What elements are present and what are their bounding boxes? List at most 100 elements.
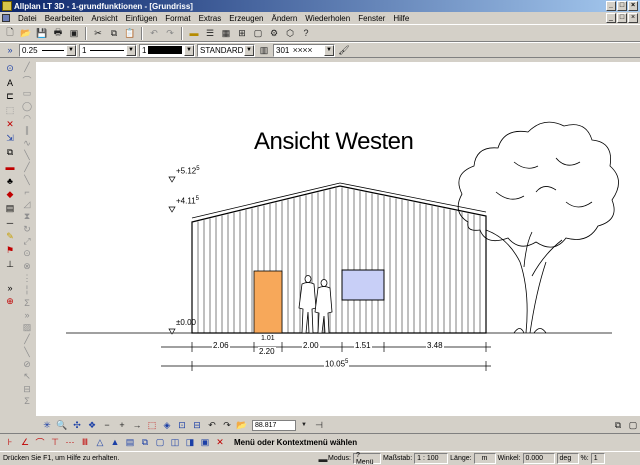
length-field[interactable]: m [473, 453, 496, 464]
color-combo[interactable]: 1 ▼ [139, 43, 195, 57]
pin-icon[interactable]: ⊥ [3, 258, 17, 271]
pattern-tool-icon[interactable]: ╱ [20, 334, 34, 345]
line-tool-icon[interactable]: ─ [3, 216, 17, 229]
cancel-command-icon[interactable]: ✕ [213, 435, 227, 449]
scale-field[interactable]: 1 : 100 [414, 453, 449, 464]
maximize-button[interactable]: □ [617, 1, 627, 11]
dim-elev-icon[interactable]: ⊤ [48, 435, 62, 449]
dimension-icon[interactable]: ⊏ [3, 90, 17, 103]
mode-field[interactable]: ? Menü [352, 452, 381, 465]
angle-field[interactable]: 0.000 [522, 453, 555, 464]
measure-icon[interactable]: ⚑ [3, 244, 17, 257]
paste-icon[interactable]: 📋 [123, 26, 137, 40]
view-back-icon[interactable]: ⊟ [190, 418, 204, 432]
doc-minimize-button[interactable]: _ [606, 13, 616, 23]
menu-einfuegen[interactable]: Einfügen [122, 14, 162, 23]
brush-icon[interactable]: ✎ [3, 230, 17, 243]
offset-icon[interactable]: ╲ [20, 150, 34, 161]
expand-palette-icon[interactable]: » [3, 281, 17, 294]
angle-unit-field[interactable]: deg [556, 453, 579, 464]
chevron-down-icon[interactable]: ▼ [324, 44, 334, 56]
page-icon[interactable]: ▢ [153, 435, 167, 449]
attributes-icon[interactable]: ☰ [203, 26, 217, 40]
polyline-icon[interactable]: ⌒ [20, 74, 34, 87]
fileset-icon[interactable]: ▦ [219, 26, 233, 40]
fill-tool-icon[interactable]: ╲ [20, 347, 34, 358]
menu-extras[interactable]: Extras [195, 14, 226, 23]
menu-hilfe[interactable]: Hilfe [389, 14, 413, 23]
dim-arc-icon[interactable]: ⌒ [33, 435, 47, 449]
view-folder-icon[interactable]: 📂 [235, 418, 249, 432]
trim-icon[interactable]: ╲ [20, 174, 34, 185]
percent-field[interactable]: 1 [590, 453, 605, 464]
menu-bearbeiten[interactable]: Bearbeiten [41, 14, 88, 23]
pen-thickness-combo[interactable]: 0.25 ▼ [19, 43, 77, 57]
fillet-icon[interactable]: ⌐ [20, 187, 34, 198]
print-preview-icon[interactable]: ▣ [67, 26, 81, 40]
print-icon[interactable]: 🖶 [51, 26, 65, 40]
dim-chain-icon[interactable]: ⋯ [63, 435, 77, 449]
zoom-icon[interactable]: ⊙ [3, 62, 17, 75]
divider-icon[interactable]: ╎ [20, 285, 34, 296]
triangle-up-icon[interactable]: ▲ [108, 435, 122, 449]
scale-icon[interactable]: ⤢ [20, 236, 34, 247]
rectangle-icon[interactable]: ▭ [20, 88, 34, 99]
menu-ansicht[interactable]: Ansicht [87, 14, 121, 23]
cut-icon[interactable]: ✂ [91, 26, 105, 40]
copy-icon[interactable]: ⧉ [107, 26, 121, 40]
select-icon[interactable]: ⬚ [3, 104, 17, 117]
zoom-dropdown-icon[interactable]: ▼ [297, 418, 311, 432]
move-view-icon[interactable]: ❖ [85, 418, 99, 432]
copy-tool-icon[interactable]: ⧉ [3, 146, 17, 159]
view-next-icon[interactable]: ↷ [220, 418, 234, 432]
status-layer-icon[interactable]: ▬ [318, 452, 328, 465]
zoom-window-icon[interactable]: 🔍 [55, 418, 69, 432]
fill-icon[interactable]: ◆ [3, 188, 17, 201]
new-file-icon[interactable]: 🗋 [3, 26, 17, 40]
view-single-icon[interactable]: ▢ [626, 418, 640, 432]
redo-icon[interactable]: ↷ [163, 26, 177, 40]
format-painter-icon[interactable]: 🖌 [337, 43, 351, 57]
3d-icon[interactable]: ⬡ [283, 26, 297, 40]
dim-angle-icon[interactable]: ∠ [18, 435, 32, 449]
sum-2-icon[interactable]: Σ [20, 396, 34, 407]
layer-combo[interactable]: STANDARD ▼ [197, 43, 255, 57]
doc-restore-button[interactable]: □ [617, 13, 627, 23]
doc-close-button[interactable]: × [628, 13, 638, 23]
zoom-out-icon[interactable]: − [100, 418, 114, 432]
arrow-tool-icon[interactable]: ↖ [20, 371, 34, 382]
settings-icon[interactable]: ⚙ [267, 26, 281, 40]
line-type-combo[interactable]: 1 ▼ [79, 43, 137, 57]
line-icon[interactable]: ╱ [20, 62, 34, 73]
chevron-down-icon[interactable]: ▼ [66, 44, 76, 56]
arc-icon[interactable]: ◠ [20, 113, 34, 124]
rotate-icon[interactable]: ↻ [20, 224, 34, 235]
extend-icon[interactable]: ╱ [20, 162, 34, 173]
point-icon[interactable]: ⊙ [20, 248, 34, 259]
chevron-down-icon[interactable]: ▼ [244, 44, 254, 56]
layer-tool-icon[interactable]: ▤ [3, 202, 17, 215]
expand-palette-2-icon[interactable]: » [20, 310, 34, 321]
minimize-button[interactable]: _ [606, 1, 616, 11]
regen-icon[interactable]: ⊣ [312, 418, 326, 432]
hatch-combo[interactable]: 301 ⨯⨯⨯⨯ ▼ [273, 43, 335, 57]
hatch-tool-icon[interactable]: ▨ [20, 322, 34, 333]
text-icon[interactable]: A [3, 76, 17, 89]
window-icon[interactable]: ▢ [251, 26, 265, 40]
mirror-icon[interactable]: ⧗ [20, 211, 34, 222]
undo-icon[interactable]: ↶ [147, 26, 161, 40]
drawing-canvas[interactable]: Ansicht Westen +5.125 +4.115 ±0.00 2.06 … [36, 62, 640, 416]
menu-fenster[interactable]: Fenster [354, 14, 389, 23]
view-split-icon[interactable]: ⧉ [611, 418, 625, 432]
zoom-in-icon[interactable]: + [115, 418, 129, 432]
chevron-down-icon[interactable]: ▼ [184, 44, 194, 56]
spline-icon[interactable]: ∿ [20, 137, 34, 148]
delete-icon[interactable]: ✕ [3, 118, 17, 131]
view-front-icon[interactable]: ⊡ [175, 418, 189, 432]
dim-line-icon[interactable]: ⊦ [3, 435, 17, 449]
label-icon[interactable]: Ⅲ [78, 435, 92, 449]
view-prev-icon[interactable]: ↶ [205, 418, 219, 432]
expand-icon[interactable]: » [3, 43, 17, 57]
pan-icon[interactable]: ✳ [40, 418, 54, 432]
close-button[interactable]: × [628, 1, 638, 11]
